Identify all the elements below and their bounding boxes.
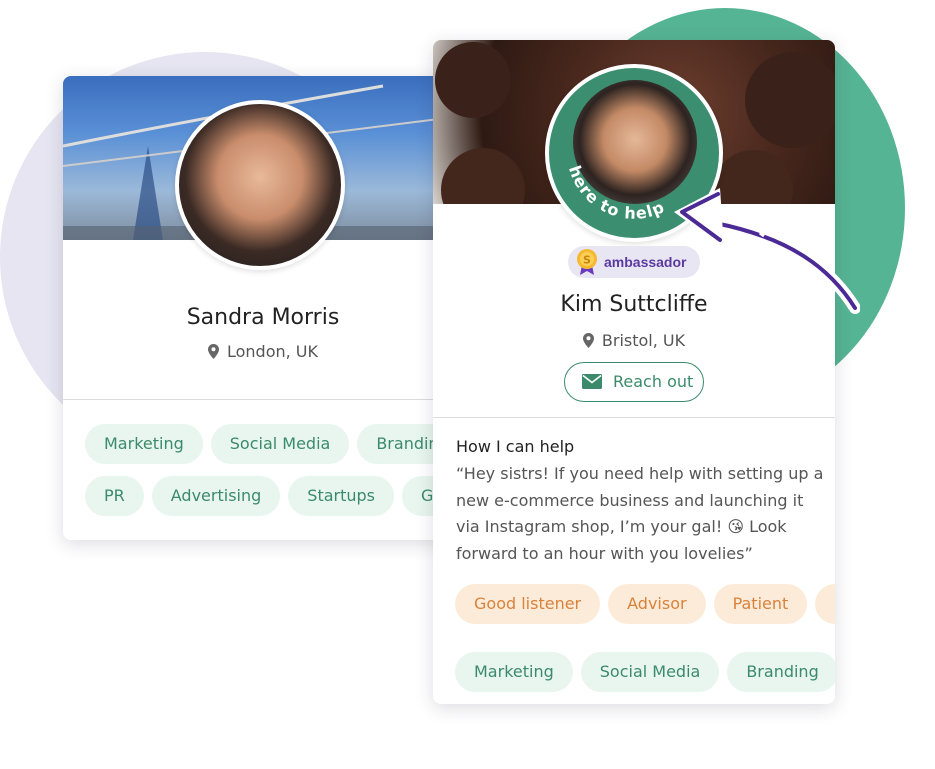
tag-startups[interactable]: Startups bbox=[288, 476, 394, 516]
tag-row: Marketing Social Media Branding bbox=[455, 637, 835, 692]
map-pin-icon bbox=[207, 344, 219, 359]
map-pin-icon bbox=[582, 333, 594, 348]
svg-text:here to help: here to help bbox=[565, 163, 668, 223]
tag-row: PRAdvertisingStartupsGrov bbox=[85, 476, 463, 516]
location-text: Bristol, UK bbox=[601, 331, 686, 350]
avatar bbox=[175, 100, 345, 270]
profile-location: Bristol, UK bbox=[433, 331, 835, 350]
tag-marketing[interactable]: Marketing bbox=[455, 652, 573, 692]
trait-row: Good listenerAdvisorPatientEm bbox=[455, 584, 835, 624]
profile-name: Sandra Morris bbox=[186, 305, 340, 330]
medal-icon: S bbox=[577, 249, 597, 275]
svg-text:S: S bbox=[583, 254, 591, 267]
tag-row: Marketing Social Media Branding bbox=[85, 424, 463, 464]
tag-branding[interactable]: Branding bbox=[727, 652, 835, 692]
arrow-pointer-icon bbox=[674, 188, 860, 314]
location-text: London, UK bbox=[226, 342, 319, 361]
tag-social-media[interactable]: Social Media bbox=[210, 424, 350, 464]
profile-location: London, UK bbox=[63, 342, 463, 361]
trait-advisor[interactable]: Advisor bbox=[608, 584, 706, 624]
help-quote: “Hey sistrs! If you need help with setti… bbox=[456, 464, 824, 563]
tag-pr[interactable]: PR bbox=[85, 476, 144, 516]
profile-card-sandra[interactable]: Sandra Morris London, UK Marketing Social… bbox=[63, 76, 463, 540]
help-heading: How I can help bbox=[456, 437, 575, 456]
tag-advertising[interactable]: Advertising bbox=[151, 476, 281, 516]
trait-good-listener[interactable]: Good listener bbox=[455, 584, 601, 624]
reach-out-button[interactable]: Reach out bbox=[564, 362, 704, 402]
tag-social-media[interactable]: Social Media bbox=[580, 652, 720, 692]
reach-out-label: Reach out bbox=[613, 372, 694, 391]
ring-label: here to help bbox=[565, 163, 667, 223]
divider bbox=[63, 399, 463, 400]
trait-empathetic[interactable]: Em bbox=[815, 584, 835, 624]
tag-marketing[interactable]: Marketing bbox=[85, 424, 203, 464]
trait-patient[interactable]: Patient bbox=[713, 584, 808, 624]
profile-card-kim[interactable]: here to help S ambassador Kim Suttcliffe… bbox=[433, 40, 835, 704]
divider bbox=[433, 417, 835, 418]
envelope-icon bbox=[582, 374, 602, 389]
